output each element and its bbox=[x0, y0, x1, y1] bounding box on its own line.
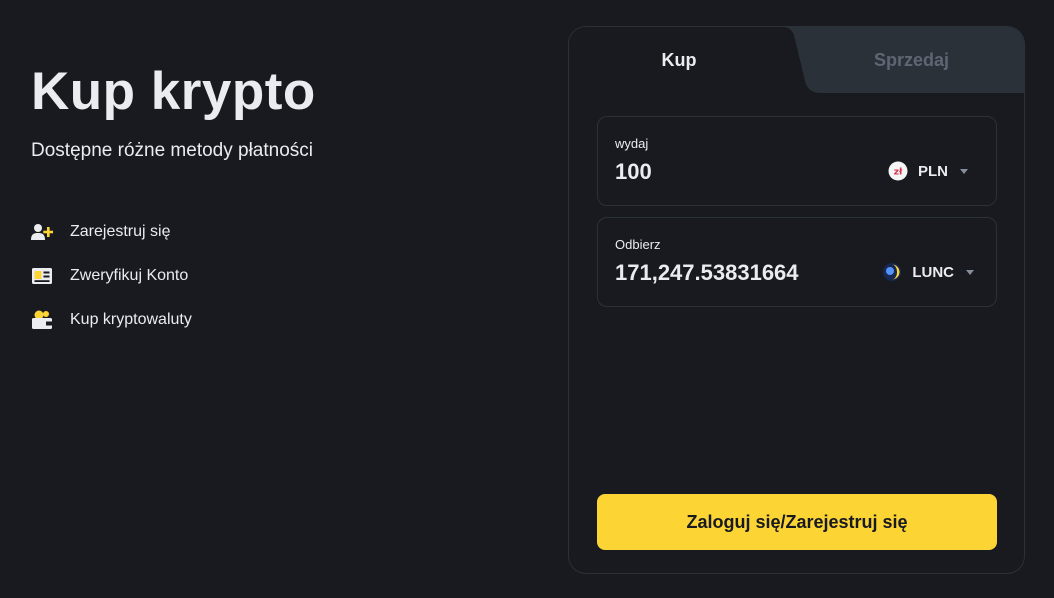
trade-tabs: Kup Sprzedaj bbox=[569, 27, 1024, 93]
receive-currency-code: LUNC bbox=[912, 263, 954, 281]
receive-field: Odbierz LUNC bbox=[597, 217, 997, 307]
trade-card: Kup Sprzedaj wydaj zł PLN Odbierz bbox=[568, 26, 1025, 574]
step-register: Zarejestruj się bbox=[31, 210, 192, 254]
chevron-down-icon bbox=[966, 269, 974, 275]
spend-field: wydaj zł PLN bbox=[597, 116, 997, 206]
receive-label: Odbierz bbox=[615, 237, 661, 252]
step-verify-label: Zweryfikuj Konto bbox=[70, 267, 189, 284]
spend-currency-selector[interactable]: zł PLN bbox=[888, 161, 968, 181]
page-title: Kup krypto bbox=[31, 62, 316, 121]
step-register-label: Zarejestruj się bbox=[70, 223, 171, 240]
receive-amount-input[interactable] bbox=[615, 260, 855, 286]
step-buy: Kup kryptowaluty bbox=[31, 298, 192, 342]
wallet-icon bbox=[31, 309, 53, 331]
spend-amount-input[interactable] bbox=[615, 159, 855, 185]
add-user-icon bbox=[31, 221, 53, 243]
tab-buy[interactable]: Kup bbox=[569, 27, 789, 93]
step-verify: Zweryfikuj Konto bbox=[31, 254, 192, 298]
zloty-icon: zł bbox=[888, 161, 908, 181]
page-subtitle: Dostępne różne metody płatności bbox=[31, 140, 313, 161]
spend-currency-code: PLN bbox=[918, 162, 948, 180]
zloty-icon-text: zł bbox=[894, 168, 903, 178]
luna-classic-icon bbox=[882, 262, 902, 282]
id-card-icon bbox=[31, 265, 53, 287]
login-register-button[interactable]: Zaloguj się/Zarejestruj się bbox=[597, 494, 997, 550]
tab-sell[interactable]: Sprzedaj bbox=[797, 27, 1024, 93]
chevron-down-icon bbox=[960, 168, 968, 174]
steps-list: Zarejestruj się Zweryfikuj Konto Kup kry… bbox=[31, 210, 192, 342]
step-buy-label: Kup kryptowaluty bbox=[70, 311, 192, 328]
receive-currency-selector[interactable]: LUNC bbox=[882, 262, 974, 282]
spend-label: wydaj bbox=[615, 136, 649, 151]
buy-crypto-page: Kup krypto Dostępne różne metody płatnoś… bbox=[0, 0, 1054, 598]
